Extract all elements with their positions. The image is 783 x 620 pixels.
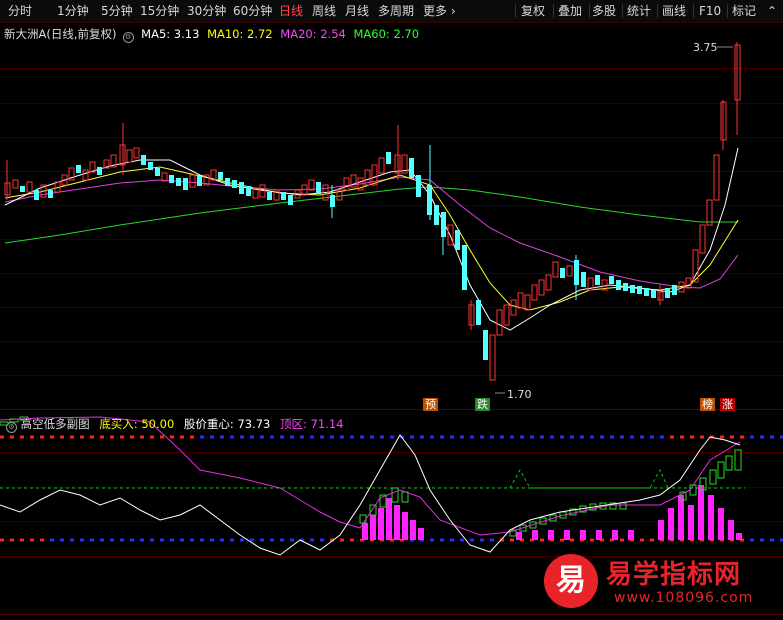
- watermark-title: 易学指标网: [606, 560, 742, 590]
- ma10-line: [4, 166, 739, 311]
- low-price-label: 1.70: [507, 388, 532, 401]
- tag-bang: 榜: [700, 398, 715, 411]
- tag-die: 跌: [475, 398, 490, 411]
- candlesticks: [4, 42, 741, 381]
- magenta-histogram: [362, 485, 742, 540]
- watermark-logo: 易: [544, 554, 598, 608]
- watermark-url: www.108096.com: [614, 590, 754, 606]
- price-center-value: 股价重心: 73.73: [183, 417, 271, 431]
- tag-zhang: 涨: [720, 398, 735, 411]
- indicator-title: 高空低多副图: [20, 417, 90, 431]
- ma20-line: [4, 176, 739, 289]
- top-zone-value: 顶区: 71.14: [280, 417, 344, 431]
- indicator-legend: ⚙ 高空低多副图 底买入: 50.00 股价重心: 73.73 顶区: 71.1…: [4, 416, 343, 433]
- bottom-buy-value: 底买入: 50.00: [99, 417, 175, 431]
- ma60-line: [4, 186, 738, 244]
- watermark: 易 易学指标网 www.108096.com: [540, 552, 783, 620]
- tag-yu: 预: [423, 398, 438, 411]
- bottom-buy-spikes: [509, 468, 669, 489]
- chart-canvas: [0, 42, 783, 556]
- high-price-label: 3.75: [693, 41, 718, 54]
- indicator-settings-icon[interactable]: ⚙: [6, 422, 17, 433]
